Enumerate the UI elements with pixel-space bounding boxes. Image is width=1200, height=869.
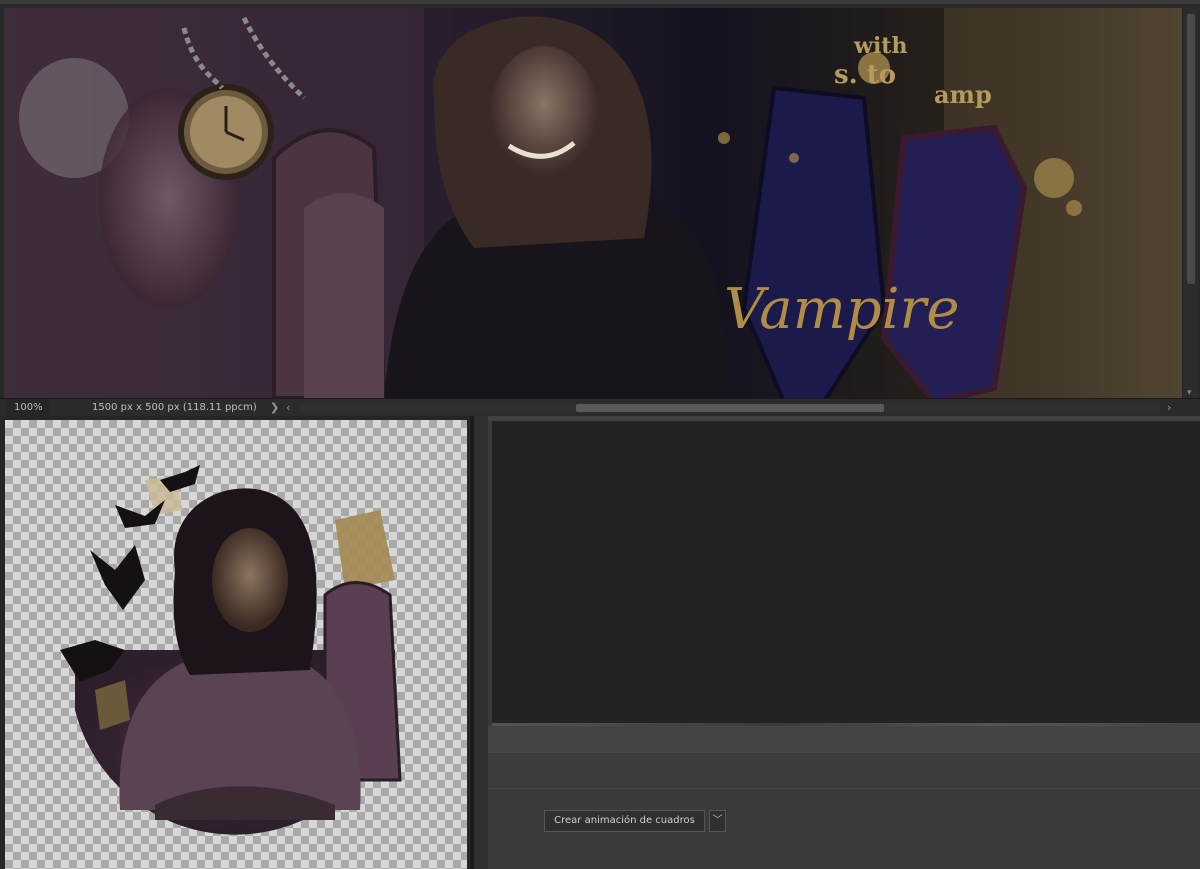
transparency-canvas[interactable] bbox=[5, 420, 467, 869]
document-size-info: 1500 px x 500 px (118.11 ppcm) bbox=[92, 402, 257, 413]
timeline-area[interactable] bbox=[492, 421, 1200, 726]
vampire-wordmark: Vampire bbox=[724, 277, 959, 342]
horizontal-scroll-thumb[interactable] bbox=[576, 404, 884, 412]
zoom-level-field[interactable]: 100% bbox=[6, 399, 50, 416]
panel-scroll-track[interactable] bbox=[474, 416, 488, 869]
timeline-band-middle bbox=[488, 752, 1200, 788]
animation-type-dropdown-icon[interactable]: ﹀ bbox=[709, 810, 726, 832]
status-menu-arrow-icon[interactable]: ❯ bbox=[270, 399, 279, 416]
scroll-down-icon[interactable]: ▾ bbox=[1187, 388, 1192, 398]
timeline-band-upper bbox=[488, 726, 1200, 752]
document-status-bar: 100% 1500 px x 500 px (118.11 ppcm) ❯ ‹ … bbox=[0, 398, 1200, 416]
top-document-window: with s. to amp Vampire ▾ bbox=[0, 0, 1200, 416]
newsprint-fragment-3: amp bbox=[934, 80, 992, 109]
banner-canvas[interactable]: with s. to amp Vampire bbox=[4, 8, 1182, 402]
create-frame-animation-button[interactable]: Crear animación de cuadros bbox=[544, 810, 705, 832]
scroll-left-icon[interactable]: ‹ bbox=[286, 399, 290, 416]
newsprint-fragment-2: s. to bbox=[834, 60, 896, 90]
profile-document-window bbox=[0, 416, 488, 869]
timeline-panel: Crear animación de cuadros ﹀ bbox=[488, 416, 1200, 869]
vertical-scroll-thumb[interactable] bbox=[1187, 14, 1195, 284]
banner-artwork: with s. to amp Vampire bbox=[4, 8, 1182, 402]
profile-cutout-artwork bbox=[60, 465, 402, 835]
scroll-right-icon[interactable]: › bbox=[1167, 399, 1171, 416]
vertical-scrollbar[interactable]: ▾ bbox=[1184, 8, 1198, 402]
photoshop-workspace: with s. to amp Vampire ▾ 100% 1500 px x … bbox=[0, 0, 1200, 869]
horizontal-scrollbar[interactable] bbox=[300, 403, 1160, 413]
newsprint-fragment-1: with bbox=[853, 33, 907, 59]
